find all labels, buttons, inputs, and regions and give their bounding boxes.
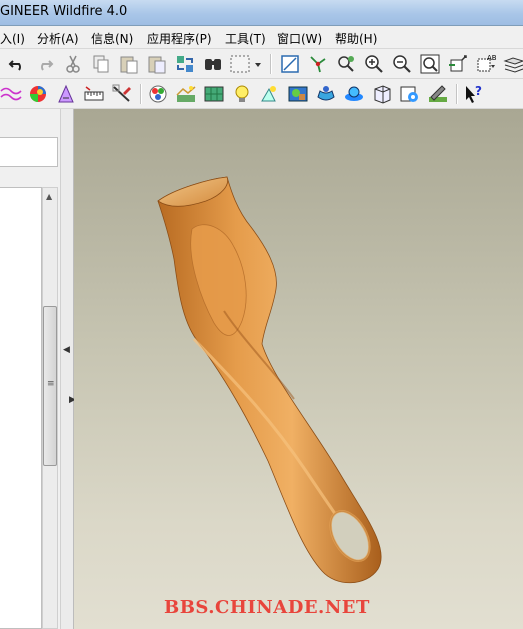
menu-window[interactable]: 窗口(W)	[277, 30, 322, 47]
model-tree-header[interactable]	[0, 137, 58, 167]
saved-views-icon[interactable]: AB	[475, 53, 497, 75]
scroll-thumb[interactable]: ≡	[43, 306, 57, 466]
measure-icon[interactable]	[83, 83, 105, 105]
watermark-text: BBS.CHINADE.NET	[164, 597, 370, 618]
toolbar-view: ?	[0, 79, 523, 109]
menu-tools[interactable]: 工具(T)	[225, 30, 266, 47]
collapse-left-icon[interactable]: ◀	[63, 345, 70, 355]
layers-icon[interactable]	[503, 53, 523, 75]
shading-analysis-icon[interactable]	[27, 83, 49, 105]
orient-icon[interactable]	[335, 53, 357, 75]
model-tree-panel: ▲ ≡	[0, 109, 64, 629]
light-icon[interactable]	[231, 83, 253, 105]
menu-analysis[interactable]: 分析(A)	[37, 30, 79, 47]
regenerate-icon[interactable]	[174, 53, 196, 75]
reorient-icon[interactable]	[447, 53, 469, 75]
photo-render-icon[interactable]	[399, 83, 421, 105]
model-tree-area[interactable]	[0, 187, 42, 629]
zoom-in-icon[interactable]	[363, 53, 385, 75]
redraw-icon[interactable]	[279, 53, 301, 75]
texture-icon[interactable]	[203, 83, 225, 105]
window-title: GINEER Wildfire 4.0	[0, 4, 128, 19]
spin-center-icon[interactable]	[307, 53, 329, 75]
svg-text:AB: AB	[487, 54, 497, 62]
paste-icon[interactable]	[118, 53, 140, 75]
tools-icon[interactable]	[427, 83, 449, 105]
render-icon[interactable]	[343, 83, 365, 105]
redo-icon[interactable]	[34, 53, 56, 75]
toolbar-standard: AB	[0, 49, 523, 79]
select-box-icon[interactable]	[229, 53, 251, 75]
menu-insert[interactable]: 入(I)	[0, 30, 25, 47]
context-help-icon[interactable]: ?	[463, 83, 485, 105]
spotlight-icon[interactable]	[259, 83, 281, 105]
render-room-icon[interactable]	[315, 83, 337, 105]
appearance-icon[interactable]	[147, 83, 169, 105]
find-icon[interactable]	[202, 53, 224, 75]
graphics-viewport[interactable]: BBS.CHINADE.NET	[74, 109, 523, 629]
dropdown-arrow-icon[interactable]	[252, 53, 264, 75]
scene-icon[interactable]	[287, 83, 309, 105]
panel-splitter[interactable]: ◀ ▶	[60, 109, 76, 629]
title-bar: GINEER Wildfire 4.0	[0, 0, 523, 26]
zoom-out-icon[interactable]	[391, 53, 413, 75]
tolerance-icon[interactable]	[111, 83, 133, 105]
menu-info[interactable]: 信息(N)	[91, 30, 133, 47]
menu-help[interactable]: 帮助(H)	[335, 30, 377, 47]
cut-icon[interactable]	[62, 53, 84, 75]
scroll-up-icon[interactable]: ▲	[46, 192, 52, 201]
menu-bar: 入(I) 分析(A) 信息(N) 应用程序(P) 工具(T) 窗口(W) 帮助(…	[0, 26, 523, 49]
menu-applications[interactable]: 应用程序(P)	[147, 30, 212, 47]
perspective-icon[interactable]	[371, 83, 393, 105]
paste-special-icon[interactable]	[146, 53, 168, 75]
handle-model[interactable]	[74, 109, 523, 629]
model-tree-scrollbar[interactable]: ▲ ≡	[42, 187, 58, 629]
sketch-icon[interactable]	[175, 83, 197, 105]
undo-icon[interactable]	[6, 53, 28, 75]
grip-icon: ≡	[47, 379, 55, 389]
draft-icon[interactable]	[55, 83, 77, 105]
svg-text:?: ?	[475, 84, 482, 98]
curve-analysis-icon[interactable]	[0, 83, 22, 105]
refit-icon[interactable]	[419, 53, 441, 75]
copy-icon[interactable]	[90, 53, 112, 75]
